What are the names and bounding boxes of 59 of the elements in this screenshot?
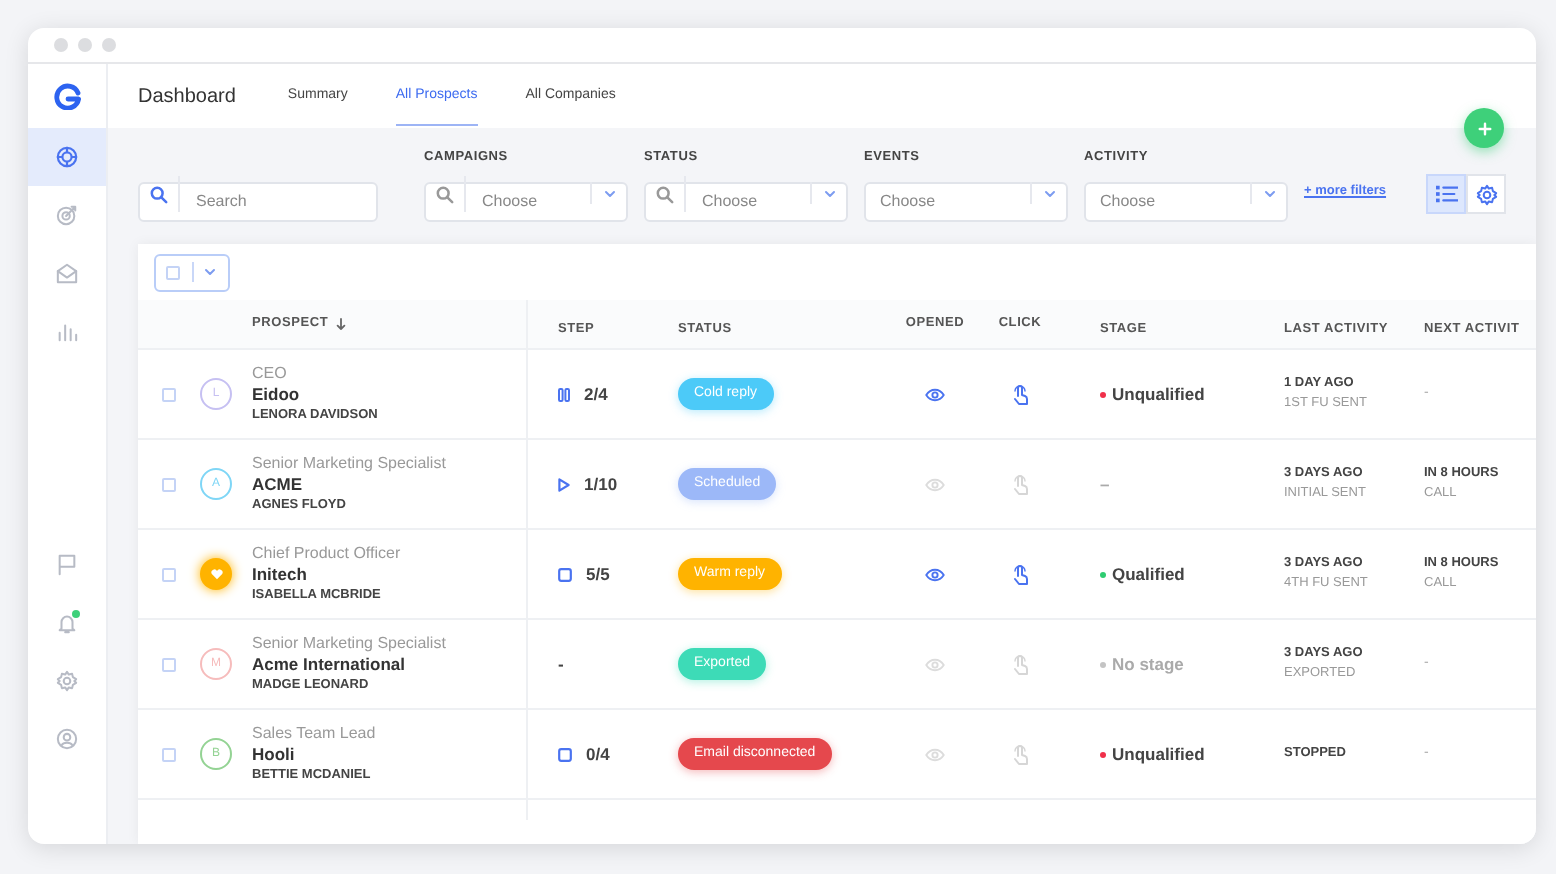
step-count: 5/5	[586, 561, 610, 587]
search-icon	[656, 185, 674, 203]
step-count: -	[558, 651, 564, 677]
search-field[interactable]: Search	[138, 181, 378, 221]
caret-icon	[1043, 189, 1055, 197]
envelope-icon[interactable]	[56, 262, 78, 284]
window-control-dot[interactable]	[102, 38, 116, 52]
company-name: Hooli	[252, 743, 297, 766]
flag-icon[interactable]	[56, 554, 78, 576]
company-name: Eidoo	[252, 383, 302, 406]
company-name: Initech	[252, 563, 309, 586]
job-title: CEO	[252, 363, 289, 384]
checkbox[interactable]	[162, 747, 176, 761]
company-name: ACME	[252, 473, 305, 496]
select-all-dropdown[interactable]	[154, 253, 230, 291]
stage-label: –	[1100, 471, 1110, 497]
stage-label: Qualified	[1112, 561, 1185, 587]
dashboard-icon[interactable]	[56, 146, 78, 168]
settings-icon[interactable]	[1475, 183, 1497, 205]
caret-icon	[204, 268, 217, 276]
logo-icon	[53, 82, 81, 110]
dropdown-field[interactable]: Choose	[424, 181, 628, 221]
stage-label: Unqualified	[1112, 741, 1205, 767]
dropdown-field[interactable]: Choose	[644, 181, 848, 221]
window-control-dot[interactable]	[78, 38, 92, 52]
list-icon	[1435, 184, 1457, 204]
job-title: Senior Marketing Specialist	[252, 633, 446, 654]
caret-icon	[603, 189, 615, 197]
target-icon[interactable]	[56, 204, 78, 226]
stage-label: Unqualified	[1112, 381, 1205, 407]
search-icon	[436, 185, 454, 203]
checkbox[interactable]	[162, 387, 176, 401]
stage-label: No stage	[1112, 651, 1184, 677]
search-icon	[150, 185, 168, 203]
checkbox[interactable]	[162, 657, 176, 671]
job-title: Sales Team Lead	[252, 723, 376, 744]
checkbox[interactable]	[162, 567, 176, 581]
checkbox[interactable]	[166, 265, 181, 279]
caret-icon	[823, 189, 835, 197]
plus-icon	[1477, 121, 1491, 136]
job-title: Chief Product Officer	[252, 543, 401, 564]
list-view-button[interactable]	[1426, 174, 1466, 214]
window-control-dot[interactable]	[54, 38, 68, 52]
bar-chart-icon[interactable]	[56, 320, 78, 342]
step-count: 0/4	[586, 741, 610, 767]
dropdown-field[interactable]: Choose	[864, 181, 1068, 221]
job-title: Senior Marketing Specialist	[252, 453, 446, 474]
step-count: 2/4	[584, 381, 608, 407]
company-name: Acme International	[252, 653, 408, 676]
caret-icon	[1263, 189, 1275, 197]
user-icon[interactable]	[56, 728, 78, 750]
step-count: 1/10	[584, 471, 618, 497]
settings-button[interactable]	[1466, 174, 1506, 214]
add-button[interactable]	[1464, 108, 1504, 148]
bell-icon[interactable]	[56, 612, 78, 634]
dropdown-field[interactable]: Choose	[1084, 181, 1288, 221]
checkbox[interactable]	[162, 477, 176, 491]
page-title: Dashboard	[138, 83, 236, 111]
settings-icon[interactable]	[56, 670, 78, 692]
